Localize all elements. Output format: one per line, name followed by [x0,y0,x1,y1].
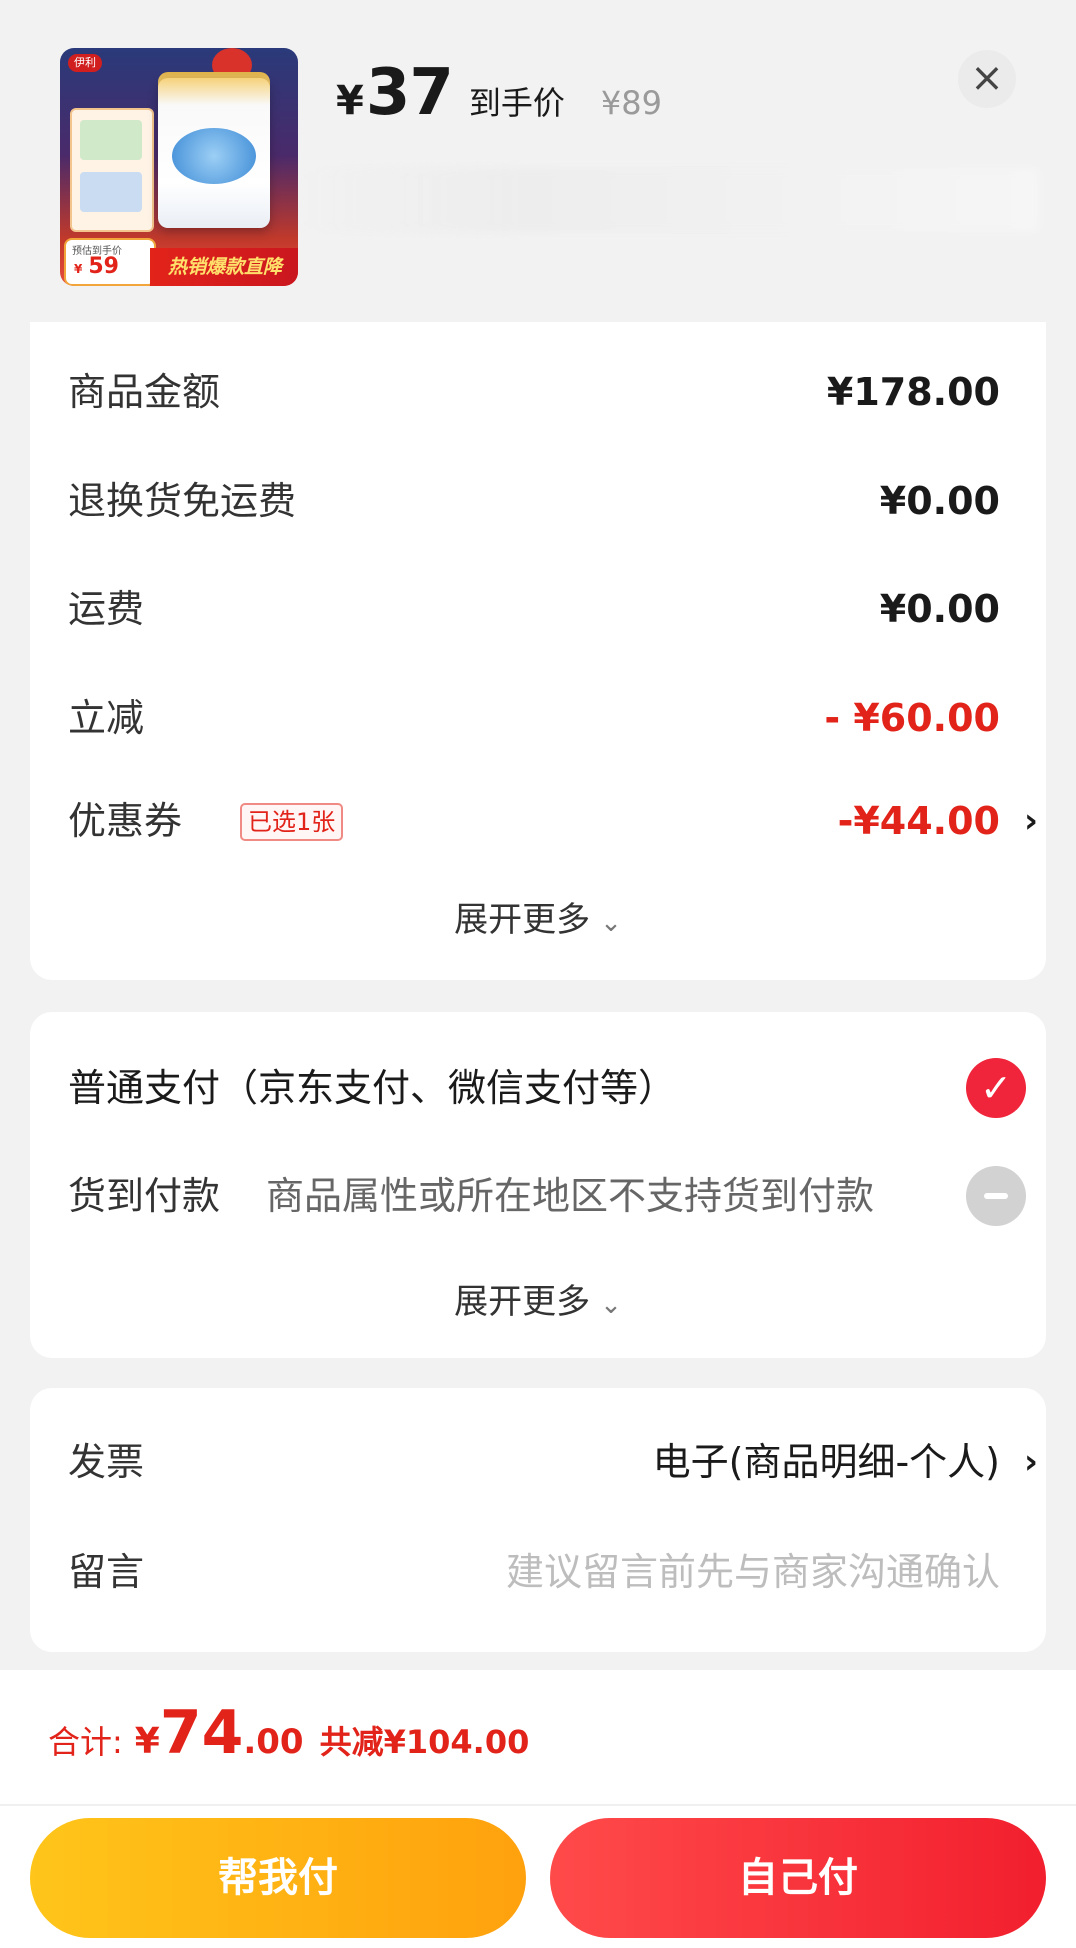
message-label: 留言 [68,1550,145,1594]
cod-label: 货到付款 [68,1174,221,1218]
normal-payment-label: 普通支付（京东支付、微信支付等） [68,1066,677,1110]
chevron-down-icon: ⌄ [600,1290,622,1320]
chevron-right-icon: › [1023,801,1038,841]
help-pay-button[interactable]: 帮我付 [30,1818,526,1938]
product-header: 伊利 预估到手价 ¥59 热销爆款直降 ¥ 37 到手价 ¥89 × [0,0,1076,320]
payment-method-card: 普通支付（京东支付、微信支付等） ✓ 货到付款 商品属性或所在地区不支持货到付款… [30,1012,1046,1358]
expand-more-button[interactable]: 展开更多 ⌄ [30,892,1046,941]
invoice-message-card: 发票 电子(商品明细-个人) › 留言 建议留言前先与商家沟通确认 [30,1388,1046,1652]
final-price: 37 [365,56,454,130]
goods-amount-value: ¥178.00 [826,370,1000,414]
coupon-value: -¥44.00 [837,799,1000,843]
coupon-row[interactable]: 优惠券 已选1张 -¥44.00 › [68,791,1038,851]
payment-expand-more-button[interactable]: 展开更多 ⌄ [30,1274,1046,1323]
product-image: 伊利 预估到手价 ¥59 热销爆款直降 [60,48,298,286]
chevron-right-icon: › [1023,1442,1038,1482]
total-saved: 共减¥104.00 [319,1723,530,1761]
minus-icon [966,1166,1026,1226]
return-shipping-value: ¥0.00 [879,479,1000,523]
goods-amount-label: 商品金额 [68,370,221,414]
message-row[interactable]: 留言 建议留言前先与商家沟通确认 [68,1542,1000,1602]
summary-row-goods: 商品金额 ¥178.00 [68,362,1000,422]
invoice-row[interactable]: 发票 电子(商品明细-个人) › [68,1432,1038,1492]
cod-unavailable-note: 商品属性或所在地区不支持货到付款 [266,1174,875,1218]
summary-row-shipping: 运费 ¥0.00 [68,579,1000,639]
total-amount-decimal: .00 [243,1722,304,1762]
blurred-background [300,168,1040,232]
price-currency: ¥ [336,78,364,124]
payment-option-cod: 货到付款 商品属性或所在地区不支持货到付款 [68,1166,1026,1226]
invoice-label: 发票 [68,1440,145,1484]
self-pay-button[interactable]: 自己付 [550,1818,1046,1938]
payment-option-normal[interactable]: 普通支付（京东支付、微信支付等） ✓ [68,1058,1026,1118]
instant-discount-value: - ¥60.00 [824,696,1000,740]
expand-more-label: 展开更多 [454,900,591,940]
summary-row-discount: 立减 - ¥60.00 [68,688,1000,748]
close-icon: × [970,55,1004,101]
total-currency: ¥ [134,1721,160,1762]
total-line: 合计: ¥ 74 .00 共减¥104.00 [48,1698,529,1768]
check-icon[interactable]: ✓ [966,1058,1026,1118]
price-line: ¥ 37 到手价 ¥89 [336,56,662,130]
footer-divider [0,1804,1076,1806]
total-label: 合计: [48,1723,123,1761]
coupon-label: 优惠券 [68,799,183,843]
brand-logo: 伊利 [68,54,102,72]
order-summary-card: 商品金额 ¥178.00 退换货免运费 ¥0.00 运费 ¥0.00 立减 - … [30,322,1046,980]
product-can-art [172,128,256,184]
return-shipping-label: 退换货免运费 [68,479,297,523]
coupon-selected-badge: 已选1张 [240,803,344,841]
summary-row-return-shipping: 退换货免运费 ¥0.00 [68,471,1000,531]
original-price: ¥89 [600,84,662,122]
close-button[interactable]: × [958,50,1016,108]
total-amount-integer: 74 [159,1698,244,1768]
estimated-price-value: ¥59 [74,254,119,279]
chevron-down-icon: ⌄ [600,908,622,938]
shipping-label: 运费 [68,587,145,631]
final-price-label: 到手价 [468,84,565,122]
estimated-price-badge: 预估到手价 ¥59 [64,238,156,286]
invoice-value: 电子(商品明细-个人) [652,1440,1000,1484]
message-input[interactable]: 建议留言前先与商家沟通确认 [506,1542,1000,1602]
promo-side-card [70,108,154,232]
shipping-value: ¥0.00 [879,587,1000,631]
instant-discount-label: 立减 [68,696,145,740]
checkout-footer: 合计: ¥ 74 .00 共减¥104.00 帮我付 自己付 [0,1670,1076,1948]
hot-sale-banner: 热销爆款直降 [150,248,298,286]
payment-expand-more-label: 展开更多 [454,1282,591,1322]
